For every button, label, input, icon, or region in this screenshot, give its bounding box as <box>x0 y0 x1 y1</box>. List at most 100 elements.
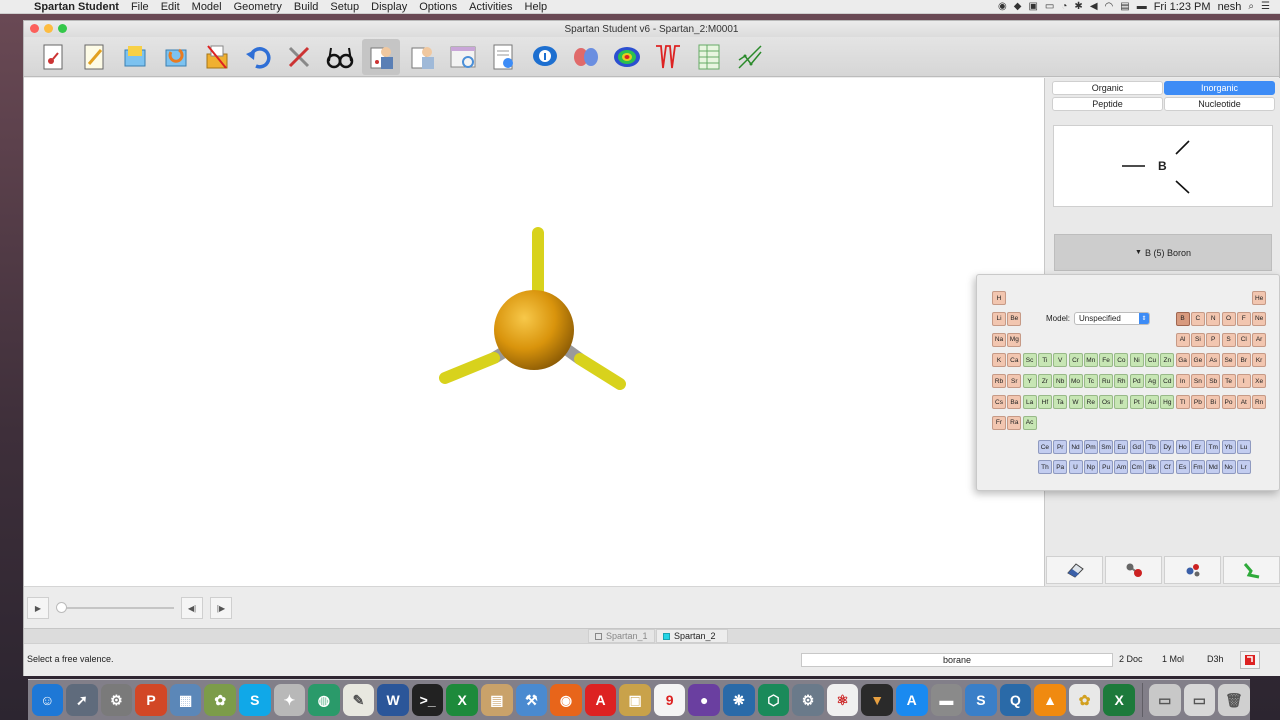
borane-model[interactable] <box>24 78 1044 586</box>
build-tool-button[interactable] <box>280 39 318 75</box>
ring-tool-button[interactable] <box>1223 556 1280 584</box>
element-te[interactable]: Te <box>1221 374 1236 389</box>
element-am[interactable]: Am <box>1114 460 1129 474</box>
orbitals-button[interactable] <box>567 39 605 75</box>
menu-options[interactable]: Options <box>413 1 463 13</box>
doc-tab-spartan-1[interactable]: Spartan_1 <box>588 629 655 643</box>
element-th[interactable]: Th <box>1037 460 1052 474</box>
record-icon[interactable]: ◉ <box>998 1 1007 12</box>
element-sb[interactable]: Sb <box>1206 374 1221 389</box>
calendar-icon[interactable]: 9 <box>653 684 686 716</box>
spectra-button[interactable] <box>649 39 687 75</box>
excel-icon[interactable]: X <box>1103 684 1135 716</box>
launchpad-icon[interactable]: ➚ <box>66 684 98 716</box>
element-bi[interactable]: Bi <box>1206 395 1221 409</box>
element-ba[interactable]: Ba <box>1007 395 1022 409</box>
word-icon[interactable]: W <box>377 684 409 716</box>
spotlight-icon[interactable]: ⌕ <box>1248 1 1254 12</box>
element-xe[interactable]: Xe <box>1252 374 1267 389</box>
element-lr[interactable]: Lr <box>1236 460 1251 474</box>
molecule-name-field[interactable]: borane <box>801 653 1113 667</box>
element-pr[interactable]: Pr <box>1053 440 1068 454</box>
element-fe[interactable]: Fe <box>1099 353 1114 368</box>
tab-nucleotide[interactable]: Nucleotide <box>1164 97 1275 111</box>
element-f[interactable]: F <box>1236 311 1251 326</box>
menu-activities[interactable]: Activities <box>463 1 518 13</box>
element-p[interactable]: P <box>1206 332 1221 347</box>
element-zn[interactable]: Zn <box>1160 353 1175 368</box>
element-n[interactable]: N <box>1206 311 1221 326</box>
element-pm[interactable]: Pm <box>1083 440 1098 454</box>
menu-edit[interactable]: Edit <box>155 1 186 13</box>
element-cl[interactable]: Cl <box>1236 332 1251 347</box>
vlc-icon[interactable]: ▲ <box>1034 684 1066 716</box>
element-bk[interactable]: Bk <box>1145 460 1159 474</box>
time-machine-icon[interactable]: ◔ <box>1061 1 1067 12</box>
element-dropdown[interactable]: ▼ B (5) Boron <box>1054 234 1272 271</box>
notes-icon[interactable]: ▤ <box>481 684 513 716</box>
element-v[interactable]: V <box>1053 353 1068 368</box>
element-la[interactable]: La <box>1022 395 1037 409</box>
tree-icon[interactable]: ❋ <box>723 684 755 716</box>
downloads-folder-icon[interactable]: ▭ <box>1183 684 1216 716</box>
output-button[interactable] <box>485 39 523 75</box>
bluetooth-icon[interactable]: ✱ <box>1074 1 1082 12</box>
element-er[interactable]: Er <box>1190 440 1205 454</box>
finder-icon[interactable]: ☺ <box>31 684 64 716</box>
eraser-button[interactable] <box>1046 556 1103 584</box>
edit-button[interactable] <box>75 39 113 75</box>
sequel-icon[interactable]: ✦ <box>273 684 306 716</box>
element-h[interactable]: H <box>992 291 1006 305</box>
doc-tab-spartan-2[interactable]: Spartan_2 <box>656 629 728 643</box>
element-eu[interactable]: Eu <box>1114 440 1129 454</box>
airplay-icon[interactable]: ▭ <box>1045 1 1054 12</box>
element-au[interactable]: Au <box>1145 395 1159 409</box>
xcode-icon[interactable]: ⚒ <box>515 684 548 716</box>
tab-inorganic[interactable]: Inorganic <box>1164 81 1275 95</box>
element-be[interactable]: Be <box>1007 311 1022 326</box>
element-fr[interactable]: Fr <box>992 415 1006 430</box>
boron-atom[interactable] <box>494 290 574 370</box>
element-ar[interactable]: Ar <box>1252 332 1267 347</box>
element-ti[interactable]: Ti <box>1037 353 1052 368</box>
browser-icon[interactable]: ◍ <box>308 684 340 716</box>
element-he[interactable]: He <box>1252 291 1267 305</box>
notification-center-icon[interactable]: ☰ <box>1261 1 1270 12</box>
element-pa[interactable]: Pa <box>1053 460 1068 474</box>
element-fm[interactable]: Fm <box>1190 460 1205 474</box>
skype-icon[interactable]: S <box>238 684 271 716</box>
element-tm[interactable]: Tm <box>1206 440 1221 454</box>
tab-peptide[interactable]: Peptide <box>1052 97 1163 111</box>
element-w[interactable]: W <box>1068 395 1083 409</box>
documents-folder-icon[interactable]: ▭ <box>1148 684 1181 716</box>
element-lu[interactable]: Lu <box>1236 440 1251 454</box>
element-hg[interactable]: Hg <box>1160 395 1175 409</box>
firefox-icon[interactable]: ◉ <box>550 684 582 716</box>
element-ag[interactable]: Ag <box>1145 374 1159 389</box>
archive-icon[interactable]: ▣ <box>619 684 651 716</box>
stop-button[interactable] <box>1240 651 1260 669</box>
step-forward-button[interactable]: |▶ <box>210 597 232 619</box>
avogadro-icon[interactable]: ⬡ <box>757 684 790 716</box>
element-re[interactable]: Re <box>1083 395 1098 409</box>
step-back-button[interactable]: ◀| <box>181 597 203 619</box>
element-b[interactable]: B <box>1175 311 1190 326</box>
menu-app-name[interactable]: Spartan Student <box>30 1 125 13</box>
element-tc[interactable]: Tc <box>1083 374 1098 389</box>
zoom-window-button[interactable] <box>58 24 67 33</box>
element-cs[interactable]: Cs <box>992 395 1006 409</box>
element-as[interactable]: As <box>1206 353 1221 368</box>
battery-icon[interactable]: ▬ <box>1137 1 1147 12</box>
element-pb[interactable]: Pb <box>1190 395 1205 409</box>
save-button[interactable] <box>198 39 236 75</box>
element-tb[interactable]: Tb <box>1145 440 1159 454</box>
acrobat-icon[interactable]: A <box>584 684 617 716</box>
element-co[interactable]: Co <box>1114 353 1129 368</box>
element-kr[interactable]: Kr <box>1252 353 1267 368</box>
element-nd[interactable]: Nd <box>1068 440 1083 454</box>
volume-icon[interactable]: ◀ <box>1090 1 1098 12</box>
minimize-window-button[interactable] <box>44 24 53 33</box>
element-rn[interactable]: Rn <box>1252 395 1267 409</box>
element-ir[interactable]: Ir <box>1114 395 1129 409</box>
user-name[interactable]: nesh <box>1218 1 1242 13</box>
